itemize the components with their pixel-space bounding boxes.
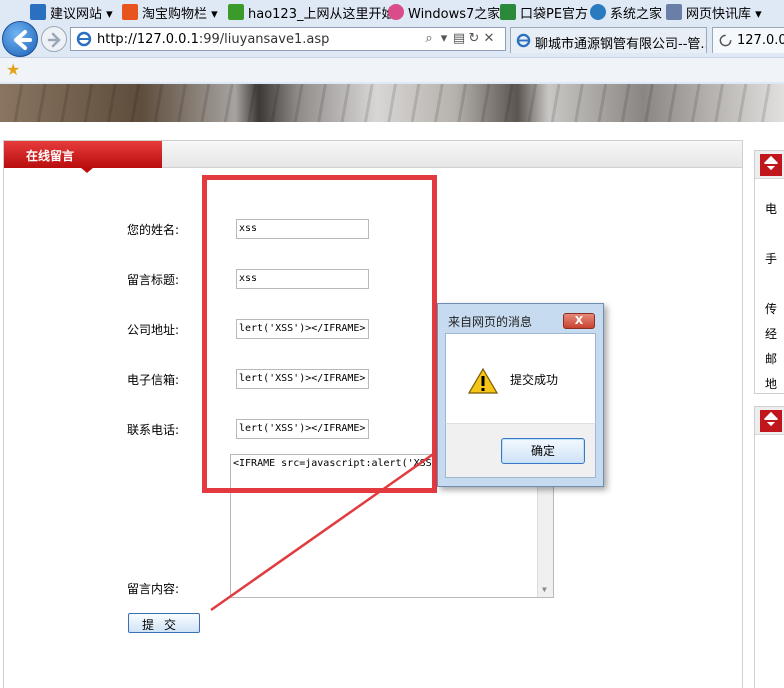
content-label: 留言内容: [127, 582, 180, 596]
subject-label: 留言标题: [127, 273, 180, 287]
diamond-icon [760, 410, 782, 432]
phone-label: 联系电话: [127, 423, 180, 437]
hao123-icon [228, 4, 244, 20]
dialog-close-button[interactable]: X [563, 313, 595, 329]
ie-page-icon [516, 33, 531, 48]
fav-item-taobao[interactable]: 淘宝购物栏 ▾ [122, 3, 218, 23]
warning-icon [468, 368, 498, 394]
loading-icon [719, 34, 732, 47]
dialog-footer: 确定 [445, 423, 596, 478]
diamond-icon [760, 154, 782, 176]
email-label: 电子信箱: [127, 373, 180, 387]
win7-icon [388, 4, 404, 20]
banner-image [0, 84, 784, 122]
forward-arrow-icon [47, 32, 61, 48]
tab-localhost[interactable]: 127.0.0.1 [712, 27, 784, 53]
webslice-icon [666, 4, 682, 20]
address-url[interactable]: http://127.0.0.1:99/liuyansave1.asp [97, 32, 329, 47]
ie-page-icon [76, 31, 92, 47]
second-box [754, 406, 784, 688]
contact-line: 传 [765, 302, 778, 316]
contact-line: 经 [765, 327, 778, 341]
contact-line: 手 [765, 252, 778, 266]
fav-item-hao123[interactable]: hao123_上网从这里开始 [228, 3, 394, 23]
section-title-notch [80, 167, 94, 173]
contact-line: 电 [765, 202, 778, 216]
stop-icon[interactable]: ✕ [482, 31, 496, 46]
tab-label: 聊城市通源钢管有限公司--管... [535, 37, 707, 52]
address-tools: ⌕ ▾ ▤ ↻ ✕ [421, 31, 501, 47]
dropdown-icon[interactable]: ▾ [437, 31, 451, 46]
contact-sidebar: 电 手 传 经 邮 地 [754, 150, 784, 688]
tab-label: 127.0.0.1 [737, 33, 784, 48]
favorites-star-icon[interactable]: ★ [6, 60, 20, 79]
dialog-body: 提交成功 [445, 333, 596, 423]
alert-dialog: 来自网页的消息 X 提交成功 确定 [437, 303, 604, 487]
refresh-icon[interactable]: ↻ [467, 31, 481, 46]
contact-box-header [755, 151, 784, 179]
fav-item-suggested[interactable]: 建议网站 ▾ [30, 3, 113, 23]
submit-button[interactable]: 提交 [128, 613, 200, 633]
forward-button[interactable] [41, 26, 67, 52]
compat-icon[interactable]: ▤ [452, 31, 466, 46]
name-label: 您的姓名: [127, 223, 180, 237]
contact-line: 邮 [765, 352, 778, 366]
fav-item-system-home[interactable]: 系统之家 [590, 3, 662, 23]
pe-icon [500, 4, 516, 20]
contact-line: 地 [765, 377, 778, 391]
dialog-title: 来自网页的消息 [448, 315, 533, 329]
tab-company[interactable]: 聊城市通源钢管有限公司--管... [510, 27, 707, 53]
favorites-bar [0, 57, 784, 82]
highlight-rectangle [202, 175, 437, 493]
scroll-down-icon[interactable]: ▼ [542, 585, 547, 594]
system-home-icon [590, 4, 606, 20]
fav-item-webslice[interactable]: 网页快讯库 ▾ [666, 3, 762, 23]
taobao-icon [122, 4, 138, 20]
back-arrow-icon [14, 30, 32, 50]
address-label: 公司地址: [127, 323, 180, 337]
fav-item-win7[interactable]: Windows7之家 [388, 3, 500, 23]
contact-box: 电 手 传 经 邮 地 [754, 150, 784, 394]
section-title: 在线留言 [4, 141, 162, 168]
second-box-header [755, 407, 784, 435]
ok-button[interactable]: 确定 [501, 438, 585, 464]
dialog-message: 提交成功 [510, 373, 559, 387]
ie-page-icon [30, 4, 46, 20]
address-bar[interactable]: http://127.0.0.1:99/liuyansave1.asp ⌕ ▾ ▤ ↻… [70, 27, 506, 51]
back-button[interactable] [2, 21, 38, 57]
browser-chrome: http://127.0.0.1:99/liuyansave1.asp ⌕ ▾ ▤ ↻… [0, 0, 784, 84]
fav-item-pe[interactable]: 口袋PE官方 [500, 3, 588, 23]
search-icon[interactable]: ⌕ [422, 31, 436, 46]
